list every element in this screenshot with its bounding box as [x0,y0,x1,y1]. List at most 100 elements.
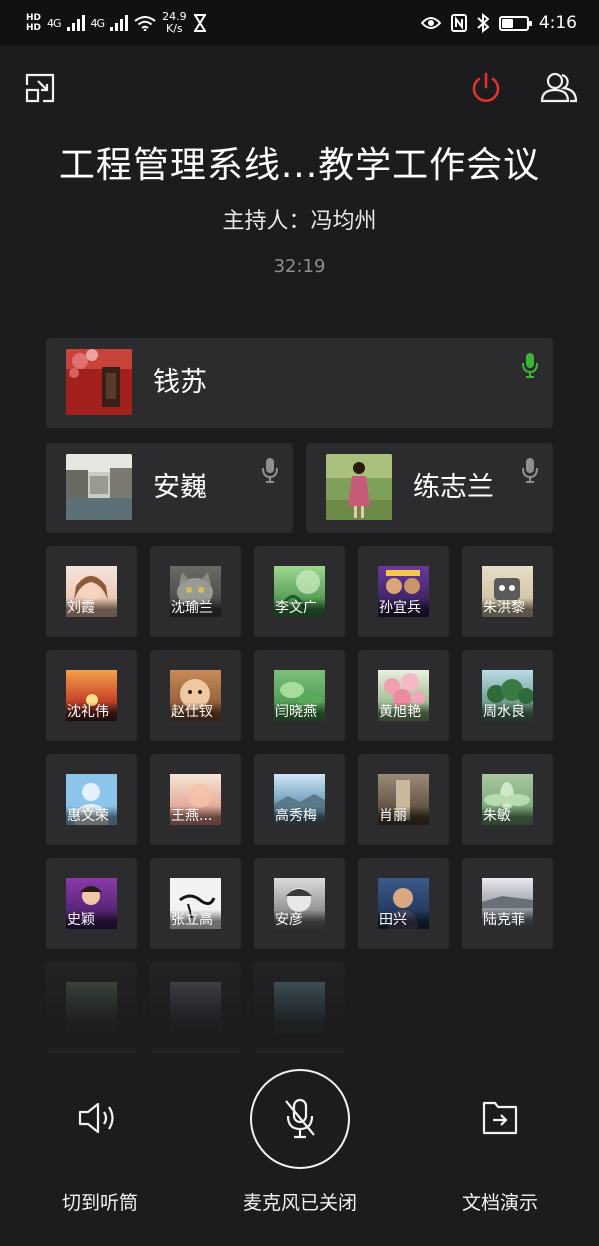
network1-label: 4G [47,16,61,30]
participant-cell[interactable]: 沈瑜兰 [150,546,241,637]
participant-avatar: 沈瑜兰 [170,566,221,617]
participant-name: 史颖 [66,910,117,929]
participant-name: 周水良 [482,702,533,721]
switch-to-earpiece-button[interactable] [76,1098,122,1138]
participant-cell[interactable]: 闫晓燕 [254,650,345,741]
participant-cell[interactable]: 高秀梅 [254,754,345,845]
earpiece-label: 切到听筒 [61,1192,138,1214]
participant-name: 王燕... [170,806,221,825]
participant-avatar: 刘霞 [66,566,117,617]
clock: 4:16 [538,13,577,33]
participant-cell[interactable]: 朱敏 [462,754,553,845]
mic-status-icon [521,352,539,382]
participant-cell[interactable]: 陆克菲 [462,858,553,949]
participant-cell[interactable]: 史颖 [46,858,137,949]
scroll-fade [0,960,599,1050]
participant-avatar: 赵仕钗 [170,670,221,721]
participant-avatar: 高秀梅 [274,774,325,825]
battery-icon [498,15,532,31]
hd-indicators: HD HD [26,13,41,33]
participant-cell[interactable]: 刘霞 [46,546,137,637]
speaker-volume-icon [78,1102,114,1134]
leave-meeting-button[interactable] [470,72,502,104]
signal-icon [110,15,129,31]
speaker-tile[interactable]: 练志兰 [306,443,553,533]
status-bar: HD HD 4G 4G 24.9 K/s 4:16 [0,0,599,46]
shrink-window-icon [25,73,55,103]
participant-avatar: 陆克菲 [482,878,533,929]
participant-avatar: 惠文荣 [66,774,117,825]
minimize-window-button[interactable] [24,72,56,104]
participant-avatar: 张立高 [170,878,221,929]
participant-cell[interactable]: 赵仕钗 [150,650,241,741]
participant-name: 赵仕钗 [170,702,221,721]
avatar [66,349,132,415]
participant-name: 陆克菲 [482,910,533,929]
participant-avatar: 周水良 [482,670,533,721]
participant-cell[interactable]: 周水良 [462,650,553,741]
participant-name: 肖丽 [378,806,429,825]
participant-avatar: 王燕... [170,774,221,825]
participant-name: 闫晓燕 [274,702,325,721]
host-label: 主持人：冯均州 [222,209,377,234]
participant-cell[interactable]: 田兴 [358,858,449,949]
participant-avatar: 肖丽 [378,774,429,825]
participant-cell[interactable]: 张立高 [150,858,241,949]
speed-unit: K/s [166,22,183,35]
speaker-tile[interactable]: 钱苏 [46,338,553,428]
participants-button[interactable] [540,70,578,104]
nfc-icon [450,14,467,32]
participant-cell[interactable]: 王燕... [150,754,241,845]
participant-name: 沈礼伟 [66,702,117,721]
mute-toggle-button[interactable] [250,1069,350,1169]
participant-name: 孙宜兵 [378,598,429,617]
participant-cell[interactable]: 惠文荣 [46,754,137,845]
participant-cell[interactable]: 肖丽 [358,754,449,845]
signal-icon [66,15,85,31]
participant-name: 高秀梅 [274,806,325,825]
participant-name: 安彦 [274,910,325,929]
participant-cell[interactable]: 李文广 [254,546,345,637]
participant-avatar: 朱洪黎 [482,566,533,617]
document-share-button[interactable] [480,1098,520,1138]
power-icon [472,72,500,102]
participant-avatar: 孙宜兵 [378,566,429,617]
participant-name: 张立高 [170,910,221,929]
meeting-title: 工程管理系线...教学工作会议 [58,145,541,186]
speaker-name: 安巍 [153,472,207,503]
participant-avatar: 田兴 [378,878,429,929]
participant-cell[interactable]: 沈礼伟 [46,650,137,741]
mic-status-label: 麦克风已关闭 [242,1192,357,1214]
participant-name: 田兴 [378,910,429,929]
bluetooth-icon [477,13,489,33]
network2-label: 4G [90,16,105,30]
mic-status-icon [521,457,539,487]
participant-cell[interactable]: 安彦 [254,858,345,949]
participant-name: 李文广 [274,598,325,617]
participant-avatar: 黄旭艳 [378,670,429,721]
participant-avatar: 安彦 [274,878,325,929]
participant-name: 朱洪黎 [482,598,533,617]
participant-avatar: 沈礼伟 [66,670,117,721]
participant-name: 朱敏 [482,806,533,825]
hd1-label: HD [26,13,42,23]
hd2-label: HD [26,23,42,33]
document-share-icon [482,1101,518,1135]
participant-avatar: 史颖 [66,878,117,929]
participant-cell[interactable]: 朱洪黎 [462,546,553,637]
speaker-name: 练志兰 [413,472,494,503]
participant-name: 惠文荣 [66,806,117,825]
participant-name: 黄旭艳 [378,702,429,721]
mic-status-icon [261,457,279,487]
participant-avatar: 闫晓燕 [274,670,325,721]
participants-icon [540,72,578,103]
network-speed: 24.9 K/s [162,11,187,35]
speaker-tile[interactable]: 安巍 [46,443,293,533]
meeting-timer: 32:19 [273,256,326,277]
eye-icon [420,17,441,29]
avatar [66,454,132,520]
avatar [326,454,392,520]
participant-cell[interactable]: 孙宜兵 [358,546,449,637]
hourglass-icon [193,14,206,32]
participant-cell[interactable]: 黄旭艳 [358,650,449,741]
